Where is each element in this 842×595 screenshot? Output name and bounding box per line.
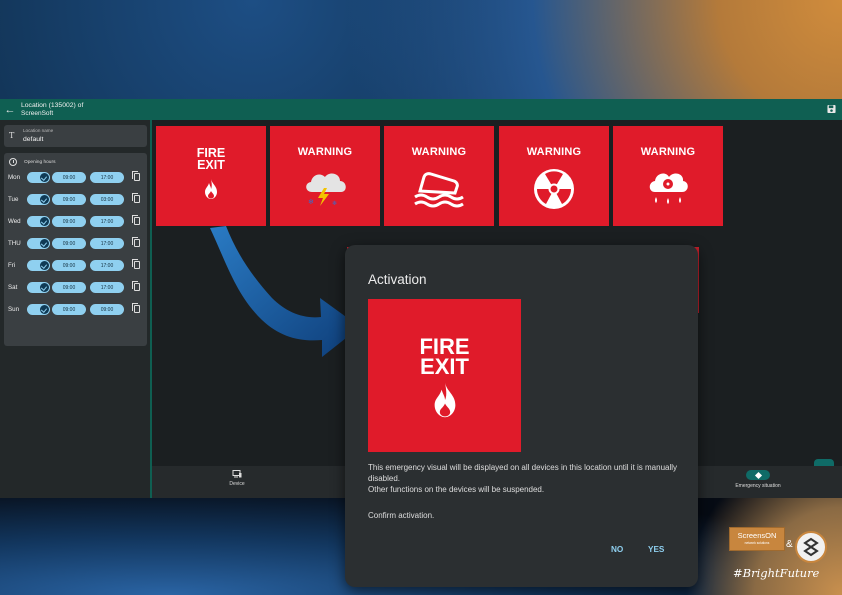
yes-button[interactable]: YES <box>648 545 664 554</box>
flame-icon <box>434 382 456 418</box>
screenson-logo: ScreensON network solutions <box>729 527 785 551</box>
dialog-fire-exit-label: FIRE EXIT <box>419 334 470 380</box>
dialog-body-line1: This emergency visual will be displayed … <box>368 463 678 483</box>
dialog-fire-exit-visual: FIRE EXIT <box>368 299 521 452</box>
no-button[interactable]: NO <box>611 545 623 554</box>
dialog-body-line2: Other functions on the devices will be s… <box>368 485 545 494</box>
dialog-confirm-text: Confirm activation. <box>368 511 435 520</box>
dialog-title: Activation <box>368 272 427 287</box>
brand-sub: network solutions <box>744 541 770 545</box>
ampersand: & <box>786 539 793 550</box>
screensoft-logo <box>795 531 827 563</box>
dialog-body: This emergency visual will be displayed … <box>368 462 678 495</box>
screensoft-mark-icon <box>803 537 819 557</box>
hashtag-bright-future: #BrightFuture <box>733 566 820 580</box>
activation-dialog: Activation FIRE EXIT This emergency visua… <box>343 243 700 589</box>
brand-name: ScreensON <box>737 531 777 540</box>
